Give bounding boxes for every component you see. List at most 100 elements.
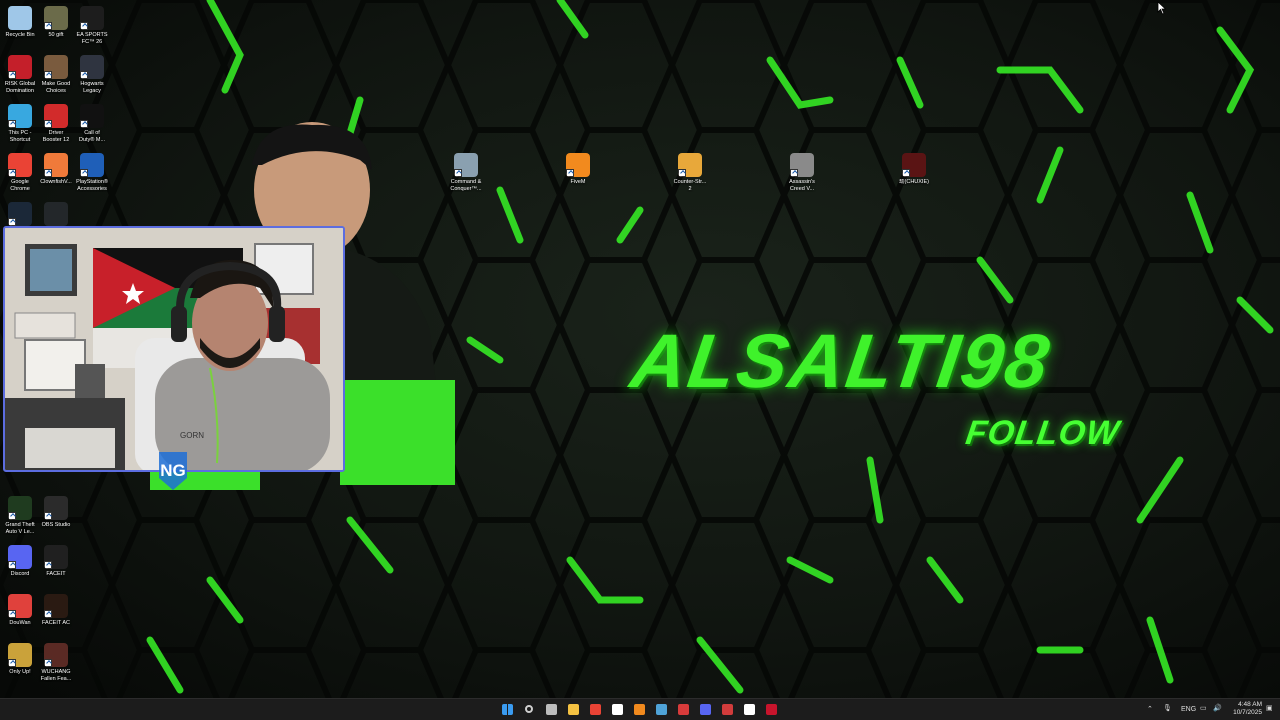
shortcut-arrow-icon xyxy=(8,71,16,79)
obs-icon-glyph xyxy=(611,704,623,715)
search-icon[interactable] xyxy=(521,702,537,718)
desktop-icon[interactable]: FACEIT AC xyxy=(36,594,76,627)
desktop-icon-label: Call of Duty® M... xyxy=(78,130,106,143)
mouse-cursor-icon xyxy=(1157,1,1167,15)
command-conquer-icon xyxy=(454,153,478,177)
calendar-icon[interactable] xyxy=(675,702,691,718)
language-indicator[interactable]: ENG xyxy=(1181,706,1196,713)
tray-overflow-icon[interactable]: ⌃ xyxy=(1147,705,1153,713)
discord-icon-glyph xyxy=(699,704,711,715)
desktop-icon-label: PlayStation® Accessories xyxy=(76,179,108,192)
desktop-icon[interactable]: Driver Booster 12 xyxy=(36,104,76,143)
desktop-icon[interactable]: PlayStation® Accessories xyxy=(72,153,112,192)
desktop-icon[interactable]: WUCHANG Fallen Fea... xyxy=(36,643,76,682)
gift-icon xyxy=(44,6,68,30)
desktop-icon-label: Discord xyxy=(10,571,30,577)
desktop-icon-label: Hogwarts Legacy xyxy=(80,81,104,94)
desktop-icon[interactable]: EA SPORTS FC™ 26 xyxy=(72,6,112,45)
desktop-icon[interactable]: FACEIT xyxy=(36,545,76,578)
desktop-icon[interactable]: Make Good Choices xyxy=(36,55,76,94)
shortcut-arrow-icon xyxy=(44,610,52,618)
search-icon-glyph xyxy=(525,705,533,713)
desktop-icon-label: This PC - Shortcut xyxy=(8,130,32,143)
desktop-icon-label: Grand Theft Auto V Le... xyxy=(5,522,35,535)
desktop-icon[interactable]: Assassin's Creed V... xyxy=(782,153,822,192)
desktop-icon-label: Assassin's Creed V... xyxy=(789,179,815,192)
hogwarts-legacy-icon xyxy=(80,55,104,79)
start-icon[interactable] xyxy=(499,702,515,718)
shortcut-arrow-icon xyxy=(8,610,16,618)
shortcut-arrow-icon xyxy=(44,561,52,569)
shortcut-arrow-icon xyxy=(8,218,16,226)
follow-text: FOLLOW xyxy=(963,414,1123,452)
fivem-icon[interactable] xyxy=(631,702,647,718)
playstation-icon xyxy=(80,153,104,177)
ng-logo-text: NG xyxy=(160,461,186,480)
desktop-icon[interactable]: Grand Theft Auto V Le... xyxy=(0,496,40,535)
desktop-icon[interactable]: Discord xyxy=(0,545,40,578)
file-explorer-icon-glyph xyxy=(567,704,579,715)
calendar-icon-glyph xyxy=(677,704,689,715)
driver-booster-icon xyxy=(44,104,68,128)
steam-icon xyxy=(8,202,32,226)
shortcut-arrow-icon xyxy=(8,561,16,569)
task-view-icon[interactable] xyxy=(543,702,559,718)
network-icon[interactable]: ▭ xyxy=(1200,704,1207,712)
shortcut-arrow-icon xyxy=(790,169,798,177)
discord-icon[interactable] xyxy=(697,702,713,718)
recycle-bin-icon xyxy=(8,6,32,30)
desktop-icon[interactable]: 50 gift xyxy=(36,6,76,39)
desktop-icon[interactable]: OBS Studio xyxy=(36,496,76,529)
desktop-icon[interactable]: Only Up! xyxy=(0,643,40,676)
steam-icon[interactable] xyxy=(653,702,669,718)
this-pc-icon xyxy=(8,104,32,128)
chrome-icon xyxy=(8,153,32,177)
recorder-icon[interactable] xyxy=(763,702,779,718)
desktop-icon-label: WUCHANG Fallen Fea... xyxy=(40,669,72,682)
shortcut-arrow-icon xyxy=(80,169,88,177)
desktop-icon[interactable]: 劫(CHUXIE) xyxy=(894,153,934,186)
desktop-icon-label: Recycle Bin xyxy=(5,32,35,38)
file-explorer-icon[interactable] xyxy=(565,702,581,718)
clock[interactable]: 4:48 AM 10/7/2025 xyxy=(1228,701,1262,717)
desktop-icon[interactable]: Google Chrome xyxy=(0,153,40,192)
douwan-icon xyxy=(8,594,32,618)
steam-icon-glyph xyxy=(655,704,667,715)
desktop-icon[interactable]: FiveM xyxy=(558,153,598,186)
desktop-icon[interactable]: Recycle Bin xyxy=(0,6,40,39)
desktop-icon-label: EA SPORTS FC™ 26 xyxy=(76,32,108,45)
counter-strike-icon xyxy=(678,153,702,177)
assassins-creed-icon xyxy=(790,153,814,177)
volume-icon[interactable]: 🔊 xyxy=(1213,704,1222,712)
chrome-icon-glyph xyxy=(589,704,601,715)
desktop-icon[interactable] xyxy=(36,202,76,228)
clock-date: 10/7/2025 xyxy=(1233,709,1262,716)
chrome-icon[interactable] xyxy=(587,702,603,718)
shortcut-arrow-icon xyxy=(8,659,16,667)
desktop-icon[interactable]: DouWan xyxy=(0,594,40,627)
wuchang-icon xyxy=(44,643,68,667)
desktop-icon-label: Command & Conquer™... xyxy=(450,179,482,192)
shortcut-arrow-icon xyxy=(8,512,16,520)
desktop-icon[interactable]: Hogwarts Legacy xyxy=(72,55,112,94)
desktop-icon-label: Google Chrome xyxy=(10,179,30,192)
notifications-icon[interactable]: ▣ xyxy=(1266,704,1273,712)
streamlabs-icon[interactable] xyxy=(741,702,757,718)
microphone-icon[interactable]: 🎙 xyxy=(1163,704,1172,712)
streaming-tool-icon[interactable] xyxy=(719,702,735,718)
desktop-icon[interactable]: RISK Global Domination xyxy=(0,55,40,94)
shortcut-arrow-icon xyxy=(80,120,88,128)
desktop-icon[interactable]: Call of Duty® M... xyxy=(72,104,112,143)
shortcut-arrow-icon xyxy=(44,512,52,520)
desktop-icon[interactable]: Counter-Str... 2 xyxy=(670,153,710,192)
ng-logo: NG xyxy=(155,448,191,492)
shortcut-arrow-icon xyxy=(80,71,88,79)
desktop-icon[interactable]: Command & Conquer™... xyxy=(446,153,486,192)
risk-icon xyxy=(8,55,32,79)
gta-v-icon xyxy=(8,496,32,520)
only-up-icon xyxy=(8,643,32,667)
clock-time: 4:48 AM xyxy=(1238,701,1262,708)
desktop-icon[interactable]: This PC - Shortcut xyxy=(0,104,40,143)
desktop-icon[interactable]: ClownfishV... xyxy=(36,153,76,186)
obs-icon[interactable] xyxy=(609,702,625,718)
